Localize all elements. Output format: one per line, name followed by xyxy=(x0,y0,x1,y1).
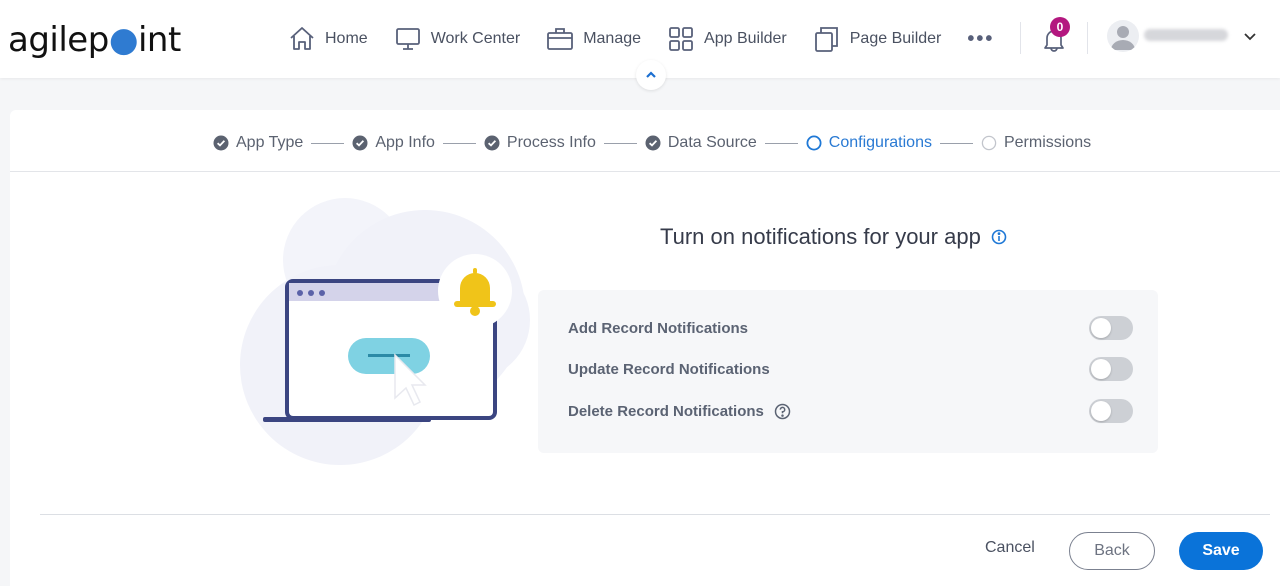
nav-work-center-label: Work Center xyxy=(430,30,521,47)
nav-divider xyxy=(1087,22,1088,54)
user-avatar[interactable] xyxy=(1107,20,1139,52)
step-label: Configurations xyxy=(828,134,932,151)
step-label: Permissions xyxy=(1003,134,1092,151)
laptop-base xyxy=(263,417,431,422)
nav-app-builder-label: App Builder xyxy=(704,30,787,47)
toggle-knob xyxy=(1091,359,1111,379)
nav-divider xyxy=(1020,22,1021,54)
nav-manage-label: Manage xyxy=(583,30,642,47)
more-menu-icon[interactable]: ••• xyxy=(967,29,994,49)
page-title: Turn on notifications for your app xyxy=(660,224,1007,250)
step-data-source[interactable]: Data Source xyxy=(645,134,757,152)
step-connector xyxy=(764,142,798,144)
step-connector xyxy=(442,142,476,144)
nav-app-builder[interactable]: App Builder xyxy=(667,22,787,56)
option-label: Add Record Notifications xyxy=(568,319,749,337)
notification-option-row: Add Record Notifications xyxy=(568,316,1133,340)
notification-options-panel: Add Record Notifications Update Record No… xyxy=(538,290,1158,453)
back-button[interactable]: Back xyxy=(1069,532,1155,570)
briefcase-icon xyxy=(547,28,574,50)
step-connector xyxy=(311,142,345,144)
nav-home[interactable]: Home xyxy=(288,22,368,56)
nav-home-label: Home xyxy=(325,30,368,47)
active-step-circle-icon xyxy=(806,135,822,151)
save-button[interactable]: Save xyxy=(1179,532,1263,570)
option-label: Update Record Notifications xyxy=(568,360,770,378)
notification-toggle[interactable] xyxy=(1089,357,1133,381)
chevron-up-icon xyxy=(646,71,656,78)
footer-divider xyxy=(40,514,1270,515)
check-circle-icon xyxy=(352,135,368,151)
app-wizard-card: App Type App Info Process Info Data Source C… xyxy=(10,110,1280,586)
step-label: App Info xyxy=(375,134,435,151)
monitor-icon xyxy=(395,28,420,50)
step-app-type[interactable]: App Type xyxy=(213,134,303,152)
help-icon[interactable] xyxy=(774,403,791,420)
pending-step-circle-icon xyxy=(981,135,997,151)
agilepoint-logo[interactable]: agilep●int xyxy=(8,20,181,60)
step-label: App Type xyxy=(236,134,304,151)
step-configurations[interactable]: Configurations xyxy=(806,134,932,152)
step-connector xyxy=(939,142,973,144)
nav-page-builder-label: Page Builder xyxy=(849,30,942,47)
grid-icon xyxy=(669,27,693,51)
page-title-text: Turn on notifications for your app xyxy=(660,224,981,249)
notification-option-row: Update Record Notifications xyxy=(568,357,1133,381)
logo-text-prefix: agilep xyxy=(8,20,109,60)
step-label: Process Info xyxy=(506,134,596,151)
nav-work-center[interactable]: Work Center xyxy=(394,22,521,56)
logo-text-suffix: int xyxy=(137,20,181,60)
toggle-knob xyxy=(1091,318,1111,338)
notification-option-row: Delete Record Notifications xyxy=(568,399,1133,423)
pages-icon xyxy=(814,27,838,52)
wizard-stepper: App Type App Info Process Info Data Source C… xyxy=(10,110,1280,172)
user-name[interactable] xyxy=(1144,29,1228,41)
check-circle-icon xyxy=(645,135,661,151)
nav-manage[interactable]: Manage xyxy=(546,22,641,56)
step-connector xyxy=(603,142,637,144)
collapse-header-button[interactable] xyxy=(636,60,666,90)
option-label: Delete Record Notifications xyxy=(568,402,764,420)
nav-page-builder[interactable]: Page Builder xyxy=(813,22,942,56)
step-app-info[interactable]: App Info xyxy=(352,134,435,152)
cancel-button[interactable]: Cancel xyxy=(985,539,1035,557)
check-circle-icon xyxy=(484,135,500,151)
toggle-knob xyxy=(1091,401,1111,421)
main-nav: Home Work Center Manage App Builder Page… xyxy=(288,22,994,56)
notification-illustration xyxy=(240,198,530,465)
notification-toggle[interactable] xyxy=(1089,316,1133,340)
step-label: Data Source xyxy=(667,134,757,151)
notification-toggle[interactable] xyxy=(1089,399,1133,423)
step-process-info[interactable]: Process Info xyxy=(484,134,596,152)
check-circle-icon xyxy=(213,135,229,151)
logo-dot: ● xyxy=(108,20,139,60)
step-permissions[interactable]: Permissions xyxy=(981,134,1091,152)
chevron-down-icon[interactable] xyxy=(1242,28,1258,44)
info-icon[interactable] xyxy=(991,229,1007,245)
home-icon xyxy=(290,27,314,50)
avatar-icon xyxy=(1111,26,1135,50)
notification-count-badge: 0 xyxy=(1050,17,1070,37)
